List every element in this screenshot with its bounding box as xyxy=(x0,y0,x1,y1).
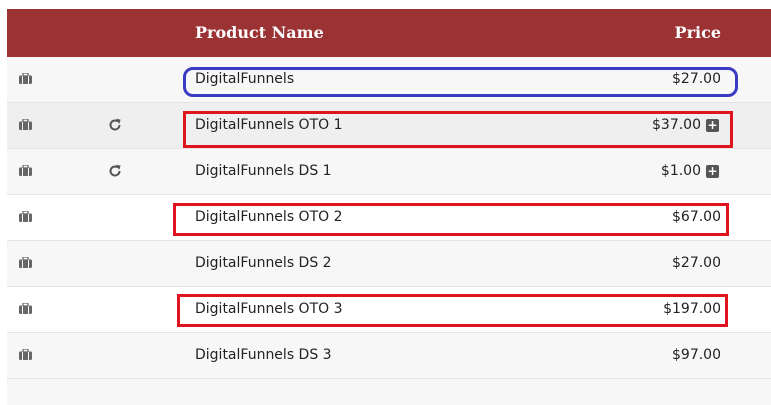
briefcase-icon[interactable] xyxy=(19,119,32,130)
table-row[interactable]: DigitalFunnels OTO 3 $197.00 xyxy=(7,287,771,333)
product-price: $27.00 xyxy=(672,255,721,271)
table-row[interactable]: DigitalFunnels DS 1 $1.00 + xyxy=(7,149,771,195)
product-name: DigitalFunnels OTO 3 xyxy=(195,301,343,317)
refresh-icon[interactable] xyxy=(108,118,122,132)
plus-square-icon[interactable]: + xyxy=(706,119,719,132)
product-price: $37.00 xyxy=(652,117,701,133)
table-header: Product Name Price xyxy=(7,9,771,57)
product-price: $97.00 xyxy=(672,347,721,363)
plus-square-icon[interactable]: + xyxy=(706,165,719,178)
table-row[interactable]: DigitalFunnels OTO 1 $37.00 + xyxy=(7,103,771,149)
table-row[interactable]: DigitalFunnels DS 2 $27.00 xyxy=(7,241,771,287)
table-row[interactable]: DigitalFunnels DS 3 $97.00 xyxy=(7,333,771,379)
briefcase-icon[interactable] xyxy=(19,73,32,84)
empty-row xyxy=(7,379,771,405)
briefcase-icon[interactable] xyxy=(19,257,32,268)
price-column-header[interactable]: Price xyxy=(675,23,721,42)
product-name: DigitalFunnels DS 3 xyxy=(195,347,332,363)
table-row[interactable]: DigitalFunnels $27.00 xyxy=(7,57,771,103)
product-name: DigitalFunnels xyxy=(195,71,295,87)
product-name: DigitalFunnels OTO 2 xyxy=(195,209,343,225)
refresh-icon[interactable] xyxy=(108,164,122,178)
briefcase-icon[interactable] xyxy=(19,211,32,222)
product-price: $67.00 xyxy=(672,209,721,225)
product-price: $1.00 xyxy=(660,163,701,179)
briefcase-icon[interactable] xyxy=(19,303,32,314)
products-table: Product Name Price DigitalFunnels $27.00… xyxy=(7,9,771,405)
briefcase-icon[interactable] xyxy=(19,349,32,360)
product-price: $197.00 xyxy=(663,301,721,317)
product-price: $27.00 xyxy=(672,71,721,87)
product-name: DigitalFunnels OTO 1 xyxy=(195,117,343,133)
product-name: DigitalFunnels DS 2 xyxy=(195,255,332,271)
briefcase-icon[interactable] xyxy=(19,165,32,176)
product-name-column-header[interactable]: Product Name xyxy=(195,23,324,42)
table-row[interactable]: DigitalFunnels OTO 2 $67.00 xyxy=(7,195,771,241)
product-name: DigitalFunnels DS 1 xyxy=(195,163,332,179)
